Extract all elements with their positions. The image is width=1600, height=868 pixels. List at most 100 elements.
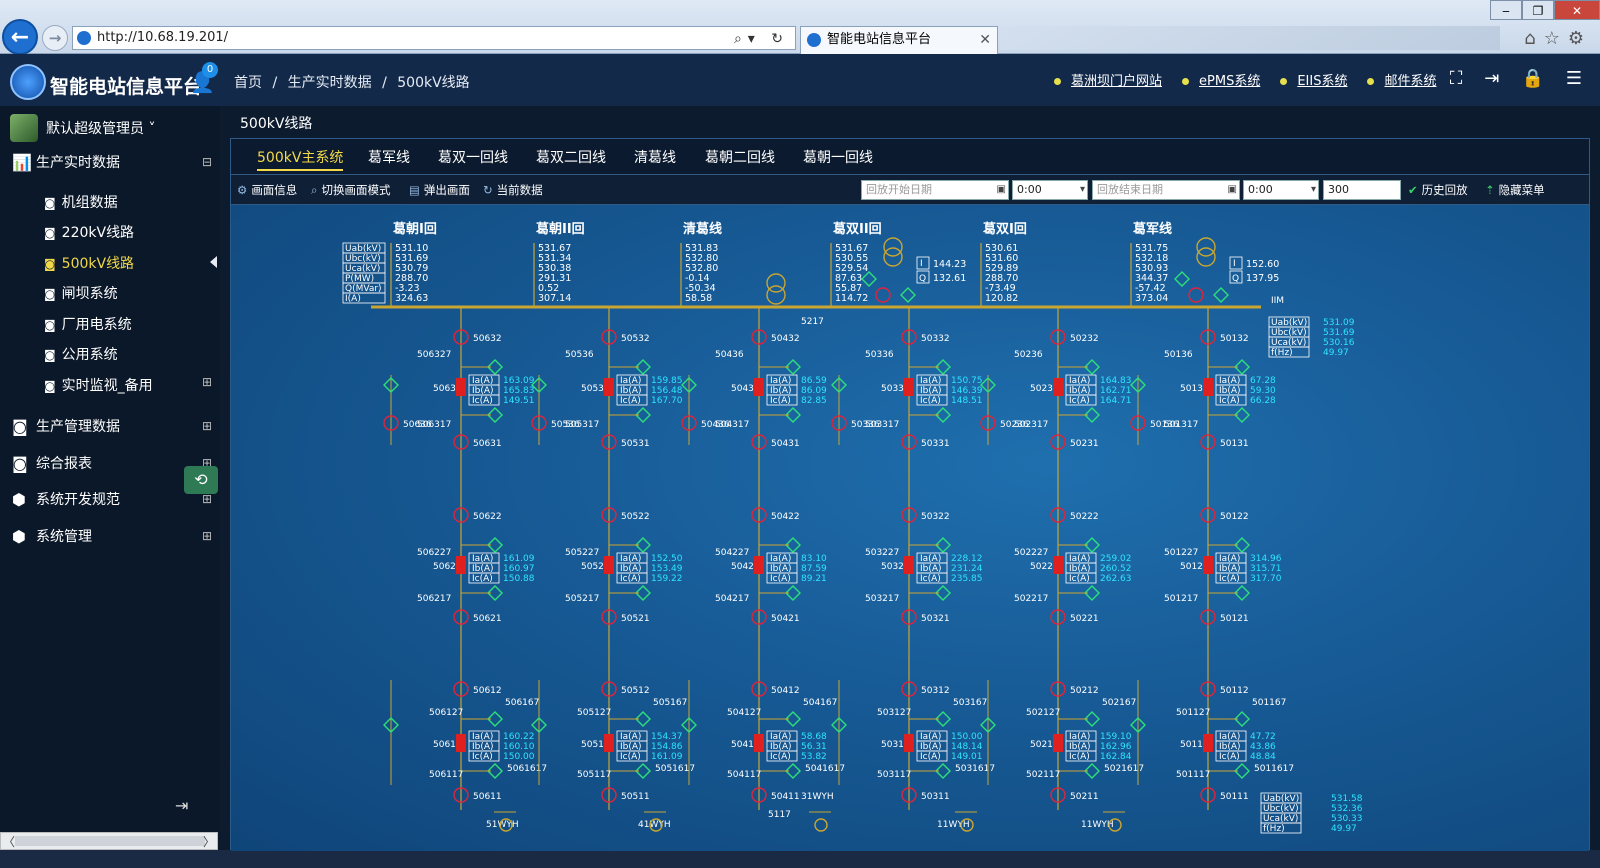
breadcrumb-home[interactable]: 首页 (234, 75, 262, 91)
gear-icon[interactable]: ⚙ (1568, 28, 1592, 49)
home-icon[interactable]: ⌂ (1524, 28, 1543, 49)
collapse-icon[interactable]: ⊟ (202, 155, 212, 169)
breadcrumb-realtime[interactable]: 生产实时数据 (288, 75, 372, 91)
back-arrow-icon[interactable]: ← (2, 19, 38, 55)
current-label: Ic(A) (1219, 574, 1240, 584)
minimize-icon[interactable]: ‒ (1490, 0, 1522, 20)
tab-geshuang-1[interactable]: 葛双一回线 (438, 147, 508, 167)
link-epms[interactable]: ePMS系统 (1182, 70, 1260, 89)
sidebar-section-management[interactable]: ◙ 生产管理数据 ⊞ (12, 416, 212, 436)
lock-icon[interactable]: 🔒 (1521, 68, 1543, 89)
current-value: 146.39 (951, 386, 983, 396)
current-data-button[interactable]: ↻ 当前数据 (483, 182, 543, 198)
breaker-id: 5023 (1030, 384, 1053, 394)
sidebar-item-220kv[interactable]: ◙ 220kV线路 (44, 222, 134, 242)
gen-q-value: 137.95 (1246, 273, 1279, 284)
sidebar: 默认超级管理员 ˅ 📊 生产实时数据 ⊟ ◙ 机组数据 ◙ 220kV线路 ◙ 500… (0, 106, 220, 868)
forward-arrow-icon[interactable]: → (42, 25, 68, 51)
drive-icon: ◙ (44, 196, 56, 210)
start-time-select[interactable]: 0:00 ▾ (1012, 180, 1088, 200)
browser-tab[interactable]: 智能电站信息平台 ✕ (800, 26, 998, 54)
current-label: Ic(A) (472, 752, 493, 762)
switch-id: 50132 (1220, 334, 1249, 344)
current-label: Ia(A) (1219, 376, 1240, 386)
circuit-breaker (904, 734, 914, 752)
close-window-icon[interactable]: ✕ (1554, 0, 1600, 20)
circuit-breaker (604, 556, 614, 574)
current-value: 161.09 (503, 554, 535, 564)
breaker-id: 5053 (581, 384, 604, 394)
gen-q-value: 132.61 (933, 273, 966, 284)
tab-qingge[interactable]: 清葛线 (634, 147, 676, 167)
end-date-input[interactable]: 回放结束日期 ▣ (1092, 180, 1240, 200)
transformer-symbol (1196, 247, 1216, 267)
sidebar-section-realtime[interactable]: 📊 生产实时数据 ⊟ (12, 152, 212, 172)
current-value: 165.83 (503, 386, 535, 396)
sidebar-section-reports[interactable]: ◙ 综合报表 ⊞ (12, 453, 212, 473)
sidebar-section-dev-spec[interactable]: ⬢ 系统开发规范 ⊞ (12, 489, 212, 509)
tab-gechao-2[interactable]: 葛朝二回线 (705, 147, 775, 167)
switch-id: 5011617 (1254, 764, 1294, 774)
page-title: 500kV线路 (240, 116, 313, 132)
switch-id: 50212 (1070, 686, 1099, 696)
tab-bar: 500kV主系统 葛军线 葛双一回线 葛双二回线 清葛线 葛朝二回线 葛朝一回线 (231, 139, 1589, 175)
current-label: Ia(A) (770, 554, 791, 564)
sidebar-item-station-power[interactable]: ◙ 厂用电系统 (44, 314, 132, 334)
sidebar-item-public[interactable]: ◙ 公用系统 (44, 344, 118, 364)
tab-geshuang-2[interactable]: 葛双二回线 (536, 147, 606, 167)
interval-input[interactable]: 300 (1323, 180, 1401, 200)
logout-icon[interactable]: ⇥ (1484, 68, 1499, 89)
end-time-select[interactable]: 0:00 ▾ (1243, 180, 1319, 200)
search-icon: ⌕ (311, 183, 318, 197)
star-icon[interactable]: ☆ (1544, 28, 1568, 49)
expand-icon: ⊞ (201, 529, 212, 543)
history-playback-button[interactable]: ✔ 历史回放 (1408, 182, 1468, 198)
popup-button[interactable]: ▤ 弹出画面 (409, 182, 470, 198)
switch-id: 50511 (621, 792, 650, 802)
breadcrumb-current: 500kV线路 (397, 75, 470, 91)
switch-id: 505167 (653, 698, 687, 708)
refresh-float-button[interactable]: ⟲ (184, 466, 218, 494)
bar-chart-icon: 📊 (12, 152, 32, 172)
tab-500kv-main[interactable]: 500kV主系统 (257, 147, 344, 171)
iq-box (1229, 256, 1243, 270)
disconnect-switch (861, 271, 877, 287)
address-bar[interactable]: http://10.68.19.201/ ⌕▾ ↻ (72, 26, 796, 50)
bus1-value: 49.97 (1323, 348, 1349, 358)
link-eiis[interactable]: EIIS系统 (1280, 70, 1347, 89)
current-value: 89.21 (801, 574, 827, 584)
circuit-breaker (754, 734, 764, 752)
circuit-breaker (604, 378, 614, 396)
user-menu[interactable]: 默认超级管理员 ˅ (10, 114, 155, 142)
notification-badge[interactable]: 0 (202, 62, 218, 78)
chevron-down-icon: ▾ (1079, 184, 1085, 195)
current-label: Ib(A) (1219, 742, 1241, 752)
current-value: 150.00 (951, 732, 983, 742)
tab-gejun[interactable]: 葛军线 (368, 147, 410, 167)
fullscreen-icon[interactable]: ⛶ (1450, 68, 1463, 89)
horizontal-scrollbar[interactable]: 〈〉 (0, 832, 218, 850)
sidebar-item-500kv[interactable]: ◙ 500kV线路 (44, 253, 134, 273)
sidebar-logout-icon[interactable]: ⇥ (175, 796, 188, 815)
link-gezhouba-portal[interactable]: 葛洲坝门户网站 (1054, 70, 1162, 89)
switch-id: 50131 (1220, 439, 1249, 449)
switch-mode-button[interactable]: ⌕ 切换画面模式 (311, 182, 390, 198)
menu-icon[interactable]: ☰ (1566, 68, 1582, 89)
search-refresh-icon[interactable]: ⌕▾ ↻ (734, 28, 789, 50)
sidebar-item-unit-data[interactable]: ◙ 机组数据 (44, 192, 118, 212)
switch-id: 501227 (1164, 548, 1198, 558)
sidebar-item-monitor-backup[interactable]: ◙ 实时监视_备用 ⊞ (44, 375, 212, 395)
restore-icon[interactable]: ❐ (1522, 0, 1554, 20)
hide-menu-button[interactable]: ⇡ 隐藏菜单 (1485, 182, 1545, 198)
screen-info-button[interactable]: ⚙ 画面信息 (237, 182, 297, 198)
tab-gechao-1[interactable]: 葛朝一回线 (803, 147, 873, 167)
current-value: 82.85 (801, 396, 827, 406)
link-mail[interactable]: 邮件系统 (1367, 70, 1436, 89)
transformer-symbol (883, 237, 903, 257)
sidebar-item-dam[interactable]: ◙ 闸坝系统 (44, 283, 118, 303)
sidebar-section-system[interactable]: ⬢ 系统管理 ⊞ (12, 526, 212, 546)
bus1-label: Ubc(kV) (1271, 328, 1307, 338)
start-date-input[interactable]: 回放开始日期 ▣ (861, 180, 1009, 200)
close-icon[interactable]: ✕ (979, 27, 991, 53)
circuit-breaker (1053, 378, 1063, 396)
